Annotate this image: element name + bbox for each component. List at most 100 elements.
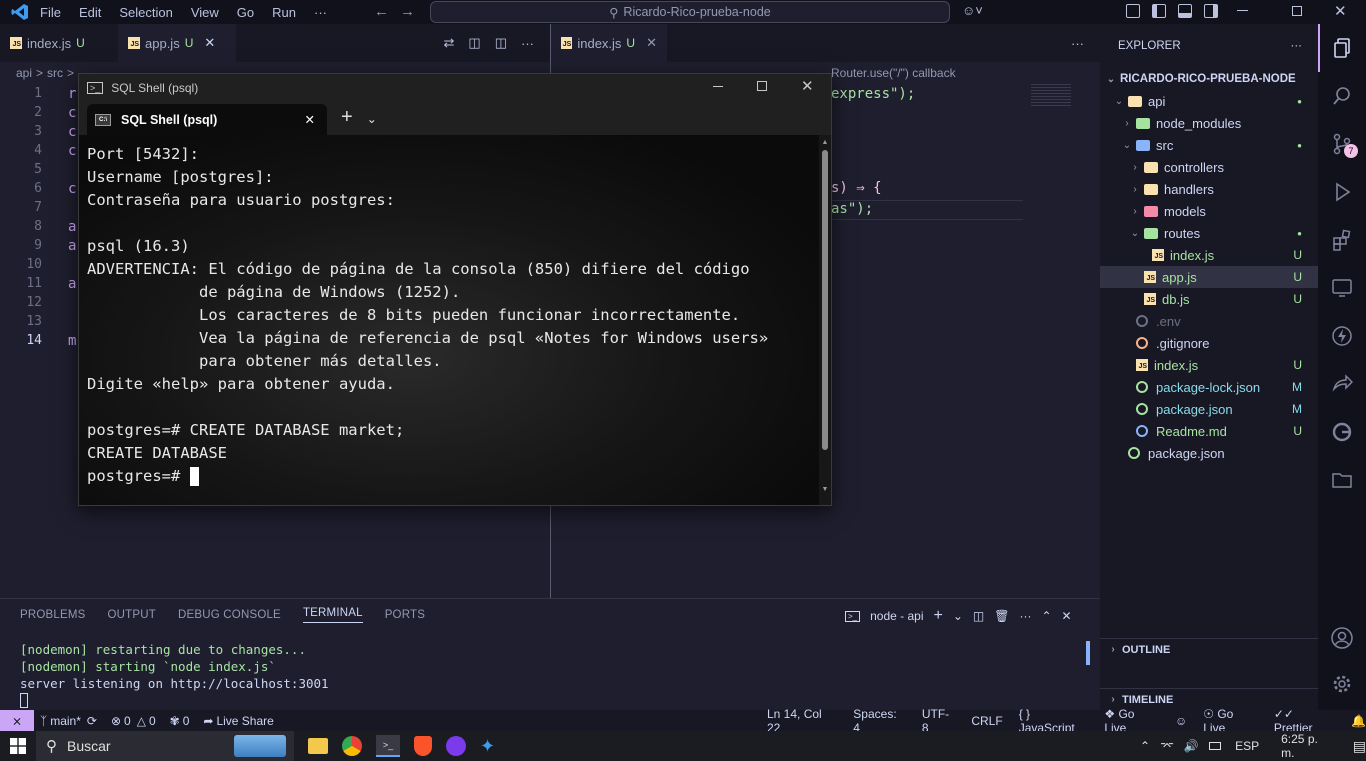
menu-more[interactable]: ··· (314, 5, 327, 20)
terminal-app-icon[interactable]: >_ (376, 735, 400, 757)
trash-icon[interactable]: 🗑 (994, 609, 1009, 623)
sql-shell-tab[interactable]: C:\ SQL Shell (psql) ✕ (87, 104, 327, 135)
terminal-name[interactable]: node - api (870, 609, 923, 623)
more-actions-icon[interactable]: ··· (1071, 36, 1084, 51)
sql-shell-scrollbar[interactable]: ▲ ▼ (819, 135, 831, 505)
workspace-root[interactable]: ⌄ RICARDO-RICO-PRUEBA-NODE (1100, 68, 1318, 90)
close-tab-icon[interactable]: ✕ (204, 35, 215, 51)
notifications-bell-icon[interactable]: 🔔 (1351, 714, 1366, 728)
toggle-secondary-sidebar-icon[interactable] (1204, 4, 1218, 18)
new-terminal-icon[interactable]: + (934, 607, 943, 625)
more-actions-icon[interactable]: ··· (1019, 609, 1031, 623)
github-desktop-icon[interactable] (446, 736, 466, 756)
tab-output[interactable]: OUTPUT (108, 609, 156, 621)
compare-changes-icon[interactable]: ⇄ (444, 35, 455, 51)
scrollbar-thumb[interactable] (822, 150, 828, 450)
maximize-icon[interactable] (757, 81, 767, 91)
scroll-up-icon[interactable]: ▲ (819, 139, 831, 146)
close-tab-icon[interactable]: ✕ (646, 35, 657, 51)
close-tab-icon[interactable]: ✕ (305, 112, 315, 127)
line-ending[interactable]: CRLF (971, 714, 1002, 728)
copilot-icon[interactable]: ☺˅ (962, 3, 983, 18)
accounts-activity-icon[interactable] (1318, 614, 1366, 662)
close-panel-icon[interactable]: ✕ (1062, 609, 1072, 623)
outline-section[interactable]: › OUTLINE (1100, 638, 1318, 660)
open-preview-icon[interactable]: ◫ (468, 35, 480, 51)
remote-explorer-activity-icon[interactable] (1318, 264, 1366, 312)
input-language[interactable]: ESP (1235, 739, 1259, 753)
tree-item[interactable]: › handlers (1100, 178, 1318, 200)
gitlens-activity-icon[interactable] (1318, 408, 1366, 456)
tree-item[interactable]: JS db.js U (1100, 288, 1318, 310)
tree-item[interactable]: › models (1100, 200, 1318, 222)
chrome-icon[interactable] (342, 736, 362, 756)
minimap[interactable] (1031, 84, 1071, 108)
sql-shell-output[interactable]: Port [5432]: Username [postgres]: Contrase… (79, 135, 817, 505)
tab-routes-index-js[interactable]: JS index.js U ✕ (551, 24, 667, 62)
warning-count[interactable]: 0 (149, 714, 156, 728)
tree-item[interactable]: JS index.js U (1100, 354, 1318, 376)
source-control-activity-icon[interactable]: 7 (1318, 120, 1366, 168)
ports-count[interactable]: 0 (183, 714, 190, 728)
terminal-scrollbar[interactable] (1086, 641, 1090, 665)
minimize-icon[interactable] (713, 86, 723, 87)
explorer-activity-icon[interactable] (1318, 24, 1366, 72)
lightning-activity-icon[interactable] (1318, 312, 1366, 360)
run-debug-activity-icon[interactable] (1318, 168, 1366, 216)
notification-center-icon[interactable]: ▤ (1353, 738, 1366, 755)
clock[interactable]: 6:25 p. m. (1281, 732, 1327, 760)
tree-item[interactable]: package.json M (1100, 398, 1318, 420)
branch-name[interactable]: main* (50, 714, 81, 728)
project-manager-activity-icon[interactable] (1318, 456, 1366, 504)
breadcrumb-api[interactable]: api (16, 66, 32, 80)
customize-layout-icon[interactable] (1126, 4, 1140, 18)
remote-indicator[interactable]: ⨯ (0, 710, 34, 731)
file-explorer-icon[interactable] (308, 738, 328, 754)
extensions-activity-icon[interactable] (1318, 216, 1366, 264)
split-editor-icon[interactable]: ◫ (495, 35, 507, 51)
minimize-window-icon[interactable] (1237, 10, 1248, 11)
menu-go[interactable]: Go (237, 5, 254, 20)
split-terminal-icon[interactable]: ◫ (973, 609, 984, 623)
more-actions-icon[interactable]: ··· (521, 36, 534, 51)
toggle-primary-sidebar-icon[interactable] (1152, 4, 1166, 18)
tab-app-js[interactable]: JS app.js U ✕ (118, 24, 236, 62)
restore-window-icon[interactable] (1292, 6, 1302, 16)
taskbar-search-box[interactable]: ⚲ Buscar (36, 731, 294, 761)
breadcrumb-src[interactable]: src (47, 66, 63, 80)
tab-dropdown-icon[interactable]: ⌄ (367, 112, 377, 126)
sql-shell-titlebar[interactable]: >_ SQL Shell (psql) ✕ (79, 74, 831, 101)
error-count[interactable]: 0 (124, 714, 131, 728)
command-center-search[interactable]: ⚲ Ricardo-Rico-prueba-node (430, 1, 950, 23)
tree-item[interactable]: › controllers (1100, 156, 1318, 178)
tree-item[interactable]: ⌄ routes ● (1100, 222, 1318, 244)
new-tab-icon[interactable]: + (341, 106, 353, 129)
scroll-down-icon[interactable]: ▼ (819, 486, 831, 493)
tab-debug-console[interactable]: DEBUG CONSOLE (178, 609, 281, 621)
search-activity-icon[interactable] (1318, 72, 1366, 120)
toggle-panel-icon[interactable] (1178, 4, 1192, 18)
forward-arrow-icon[interactable]: → (400, 3, 415, 20)
back-arrow-icon[interactable]: ← (374, 3, 389, 20)
tab-ports[interactable]: PORTS (385, 609, 425, 621)
live-share-activity-icon[interactable] (1318, 360, 1366, 408)
tab-problems[interactable]: PROBLEMS (20, 609, 86, 621)
tree-item[interactable]: package.json (1100, 442, 1318, 464)
tree-item[interactable]: ⌄ src ● (1100, 134, 1318, 156)
maximize-panel-icon[interactable]: ⌃ (1041, 609, 1051, 623)
vscode-taskbar-icon[interactable]: ✦ (480, 736, 500, 756)
menu-view[interactable]: View (191, 5, 219, 20)
menu-edit[interactable]: Edit (79, 5, 101, 20)
tree-item[interactable]: JS index.js U (1100, 244, 1318, 266)
explorer-more-icon[interactable]: ··· (1291, 40, 1303, 52)
terminal-output[interactable]: [nodemon] restarting due to changes... [… (0, 631, 1100, 708)
close-icon[interactable]: ✕ (801, 77, 814, 95)
tree-item[interactable]: .env (1100, 310, 1318, 332)
menu-file[interactable]: File (40, 5, 61, 20)
tree-item[interactable]: .gitignore (1100, 332, 1318, 354)
menu-selection[interactable]: Selection (119, 5, 172, 20)
chevron-up-icon[interactable]: ⌃ (1140, 739, 1150, 753)
brave-icon[interactable] (414, 736, 432, 756)
windows-start-icon[interactable] (0, 738, 36, 754)
tree-item[interactable]: package-lock.json M (1100, 376, 1318, 398)
